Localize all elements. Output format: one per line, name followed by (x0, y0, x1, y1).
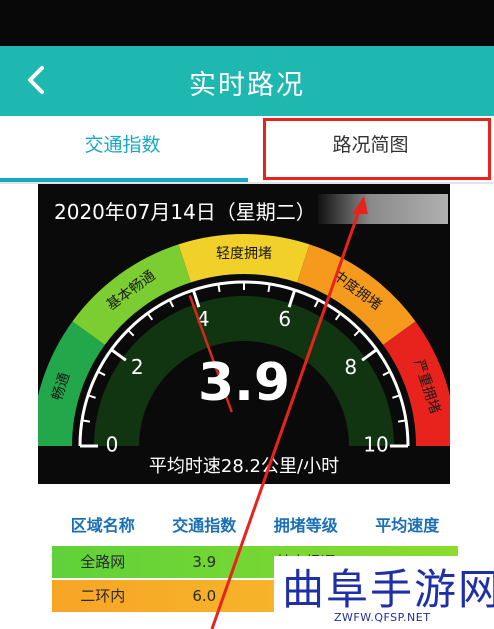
watermark-logo: 曲阜手游网 (282, 565, 494, 614)
annotation-arrow (210, 196, 368, 629)
watermark: 曲阜手游网 ZWFW.QFSP.NET (274, 556, 494, 629)
watermark-url: ZWFW.QFSP.NET (334, 611, 431, 624)
